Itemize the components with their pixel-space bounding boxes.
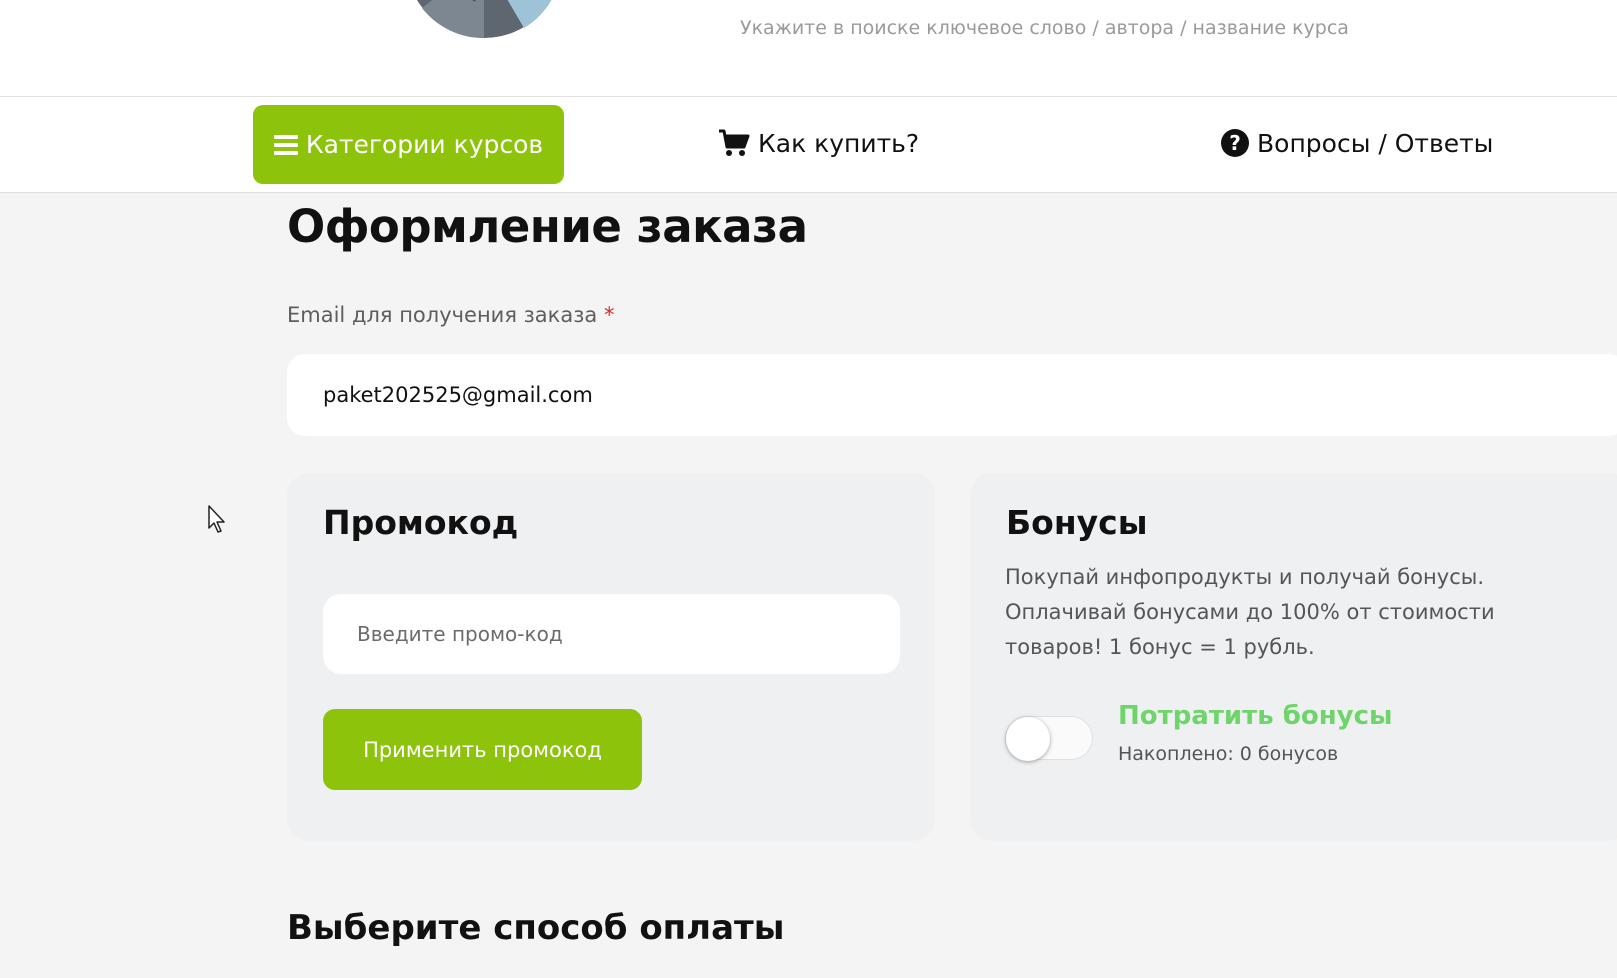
site-logo[interactable] <box>404 0 564 42</box>
required-mark: * <box>603 303 615 327</box>
site-header <box>0 0 1617 97</box>
question-circle-icon: ? <box>1221 129 1249 157</box>
main-navbar: Категории курсов Как купить? ? Вопросы /… <box>0 97 1617 193</box>
course-categories-button[interactable]: Категории курсов <box>253 105 564 184</box>
nav-link-faq[interactable]: ? Вопросы / Ответы <box>1221 123 1493 163</box>
payment-method-title: Выберите способ оплаты <box>287 908 785 948</box>
promo-code-card: Промокод Применить промокод <box>287 473 935 841</box>
spend-bonus-toggle[interactable] <box>1005 716 1093 761</box>
bonus-description: Покупай инфопродукты и получай бонусы. О… <box>1005 565 1495 659</box>
email-field[interactable] <box>287 354 1617 436</box>
nav-link-how-to-buy-label: Как купить? <box>758 128 920 158</box>
mouse-pointer-icon <box>208 505 225 533</box>
accumulated-bonus-label: Накоплено: 0 бонусов <box>1118 743 1339 765</box>
nav-link-how-to-buy[interactable]: Как купить? <box>718 123 919 163</box>
email-label-text: Email для получения заказа <box>287 303 598 327</box>
bonus-title: Бонусы <box>1006 503 1148 542</box>
nav-link-faq-label: Вопросы / Ответы <box>1257 128 1494 158</box>
promo-code-input[interactable] <box>323 594 900 674</box>
bonus-card: Бонусы Покупай инфопродукты и получай бо… <box>970 473 1617 841</box>
toggle-knob <box>1006 717 1050 761</box>
spend-bonus-label[interactable]: Потратить бонусы <box>1118 701 1393 731</box>
hamburger-menu-icon <box>273 134 298 155</box>
email-field-label: Email для получения заказа * <box>287 303 614 327</box>
shopping-cart-icon <box>719 129 750 156</box>
page-title: Оформление заказа <box>287 200 808 253</box>
apply-promo-button[interactable]: Применить промокод <box>323 709 642 790</box>
course-categories-label: Категории курсов <box>305 130 544 159</box>
search-input[interactable] <box>740 8 1380 48</box>
promo-code-title: Промокод <box>323 503 519 542</box>
